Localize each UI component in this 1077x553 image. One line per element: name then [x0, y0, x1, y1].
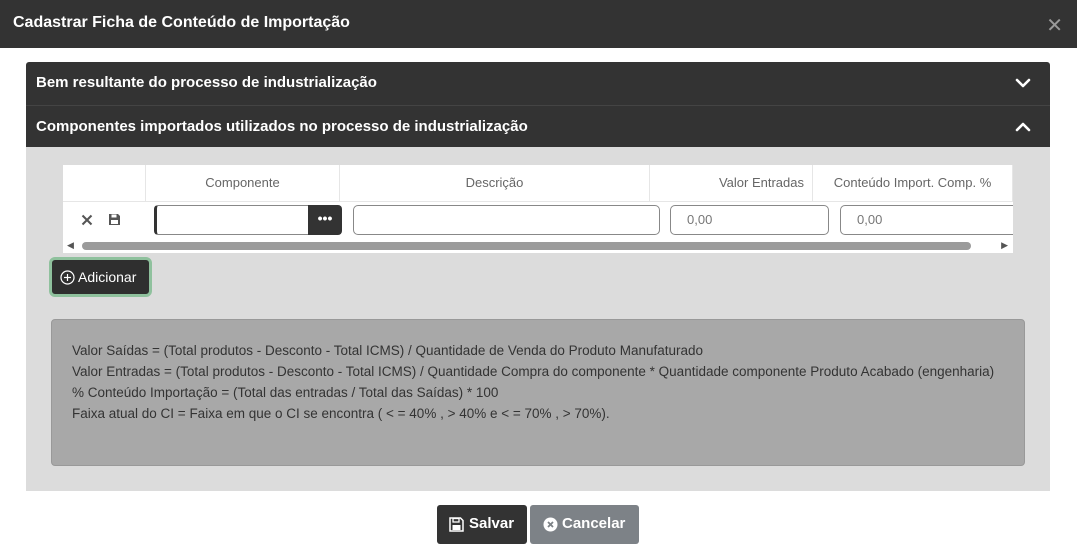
column-header-descricao[interactable]: Descrição — [340, 165, 650, 202]
descricao-input[interactable] — [353, 205, 660, 235]
info-line: Valor Entradas = (Total produtos - Desco… — [72, 364, 995, 379]
accordion-title: Componentes importados utilizados no pro… — [36, 118, 528, 135]
grid-header: Componente Descrição Valor Entradas Cont… — [63, 165, 1013, 202]
scroll-right-arrow-icon[interactable]: ▶ — [1001, 241, 1008, 251]
close-icon[interactable]: ✕ — [1046, 15, 1063, 35]
cancel-button-label: Cancelar — [562, 515, 626, 532]
componente-lookup-button[interactable]: ••• — [308, 205, 342, 235]
column-header-actions — [63, 165, 146, 202]
table-row-actions — [63, 203, 149, 237]
modal-title: Cadastrar Ficha de Conteúdo de Importaçã… — [13, 14, 350, 31]
floppy-disk-icon — [449, 517, 464, 532]
add-component-button[interactable]: Adicionar — [49, 257, 152, 297]
info-line: Faixa atual do CI = Faixa em que o CI se… — [72, 406, 610, 421]
accordion-header-componentes-importados[interactable]: Componentes importados utilizados no pro… — [26, 105, 1050, 147]
save-button-label: Salvar — [469, 515, 515, 532]
components-grid: Componente Descrição Valor Entradas Cont… — [63, 165, 1013, 253]
scrollbar-thumb[interactable] — [82, 242, 971, 250]
componente-input[interactable] — [154, 205, 309, 235]
modal-footer: Salvar Cancelar — [0, 505, 1077, 545]
column-header-componente[interactable]: Componente — [146, 165, 340, 202]
scroll-left-arrow-icon[interactable]: ◀ — [67, 241, 74, 251]
info-line: % Conteúdo Importação = (Total das entra… — [72, 385, 499, 400]
column-header-valor-entradas[interactable]: Valor Entradas — [650, 165, 813, 202]
info-line: Valor Saídas = (Total produtos - Descont… — [72, 343, 703, 358]
add-button-label: Adicionar — [78, 269, 137, 285]
column-header-conteudo-import[interactable]: Conteúdo Import. Comp. % — [813, 165, 1013, 202]
save-row-icon[interactable] — [108, 213, 121, 226]
delete-row-icon[interactable] — [81, 214, 93, 226]
accordion-title: Bem resultante do processo de industrial… — [36, 74, 377, 91]
accordion-header-bem-resultante[interactable]: Bem resultante do processo de industrial… — [26, 62, 1050, 105]
formula-info-box: Valor Saídas = (Total produtos - Descont… — [51, 319, 1025, 466]
times-circle-icon — [543, 517, 558, 532]
conteudo-import-input[interactable]: 0,00 — [840, 205, 1013, 235]
plus-circle-icon — [60, 270, 75, 285]
chevron-up-icon[interactable] — [1014, 118, 1032, 136]
save-button[interactable]: Salvar — [437, 505, 527, 544]
horizontal-scrollbar[interactable]: ◀ ▶ — [63, 239, 1013, 253]
accordion-body-componentes: Componente Descrição Valor Entradas Cont… — [26, 147, 1050, 491]
modal-header: Cadastrar Ficha de Conteúdo de Importaçã… — [0, 0, 1077, 48]
cancel-button[interactable]: Cancelar — [530, 505, 639, 544]
chevron-down-icon[interactable] — [1014, 74, 1032, 92]
valor-entradas-input[interactable]: 0,00 — [670, 205, 829, 235]
